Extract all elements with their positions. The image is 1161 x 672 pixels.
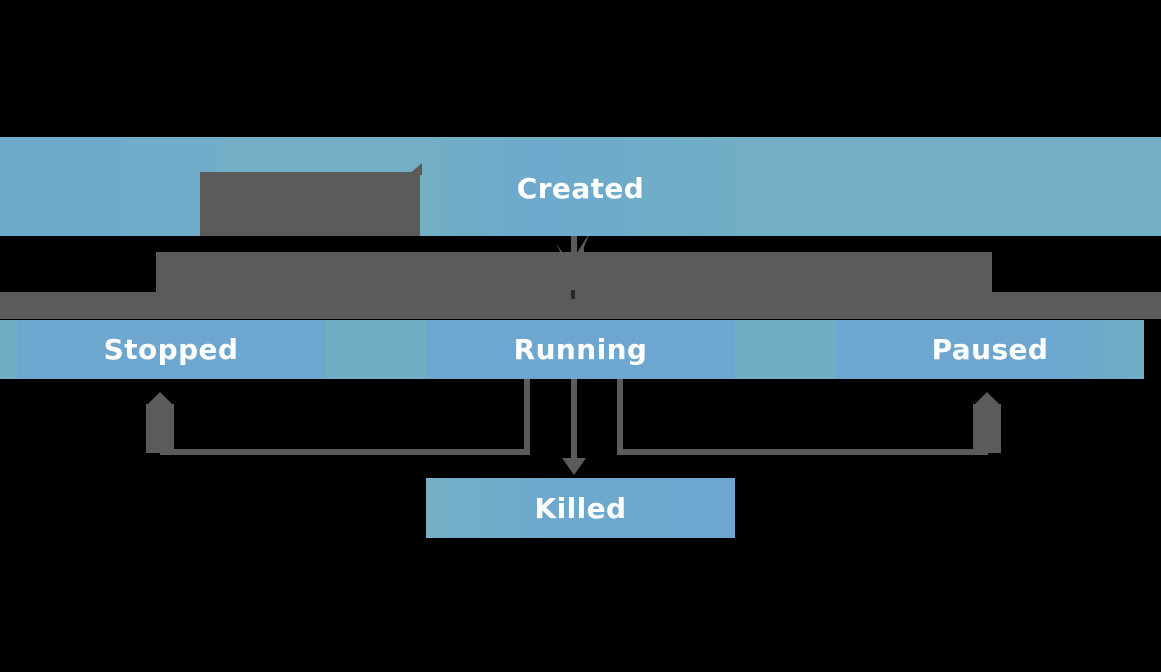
state-label-created: Created (516, 171, 645, 205)
state-label-running: Running (513, 333, 648, 366)
running-to-stopped-stem (146, 404, 174, 453)
state-node-running[interactable]: Running (426, 320, 735, 379)
state-label-paused: Paused (931, 333, 1049, 366)
wide-connector-bar (0, 292, 1161, 319)
state-node-killed[interactable]: Killed (426, 478, 735, 538)
top-band-tint-b (0, 137, 121, 236)
state-node-stopped[interactable]: Stopped (17, 320, 325, 379)
upper-connector-bar (200, 172, 420, 236)
running-to-paused-arrowhead (973, 392, 1001, 406)
running-to-stopped-arrowhead (146, 392, 174, 406)
running-to-paused-stem (973, 404, 1001, 453)
running-to-paused-path (617, 379, 988, 455)
middle-connector-bar (156, 252, 992, 294)
diagram-canvas: Created Stopped Running Paused Killed (0, 0, 1161, 672)
state-node-paused[interactable]: Paused (836, 320, 1144, 379)
state-label-killed: Killed (534, 491, 627, 525)
running-to-stopped-path (160, 379, 530, 455)
running-to-killed-arrowhead (562, 458, 586, 475)
state-node-created[interactable]: Created (426, 140, 735, 236)
state-label-stopped: Stopped (103, 333, 239, 366)
